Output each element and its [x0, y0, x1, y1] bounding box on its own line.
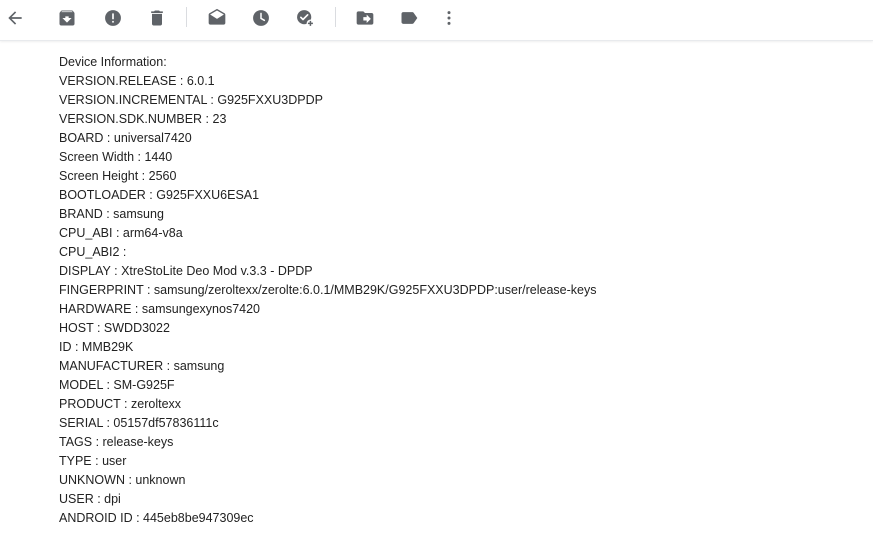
device-info-line: USER : dpi	[59, 492, 121, 506]
message-toolbar	[0, 0, 873, 41]
snooze-button[interactable]	[247, 4, 275, 32]
archive-button[interactable]	[53, 4, 81, 32]
device-info-line: PRODUCT : zeroltexx	[59, 397, 182, 411]
snooze-icon	[253, 10, 269, 26]
archive-icon	[59, 10, 75, 26]
device-info-line: TYPE : user	[59, 454, 127, 468]
device-info-line: VERSION.RELEASE : 6.0.1	[59, 74, 215, 88]
device-info-line: MODEL : SM-G925F	[59, 378, 175, 392]
label-icon	[401, 12, 418, 24]
device-info-line: BOOTLOADER : G925FXXU6ESA1	[59, 188, 260, 202]
move-to-icon	[356, 11, 374, 25]
label-button[interactable]	[395, 4, 423, 32]
device-info-line: BRAND : samsung	[59, 207, 164, 221]
add-to-tasks-icon	[297, 10, 315, 28]
report-spam-icon	[105, 10, 121, 26]
device-info-line: CPU_ABI : arm64-v8a	[59, 226, 183, 240]
device-info-line: DISPLAY : XtreStoLite Deo Mod v.3.3 - DP…	[59, 264, 313, 278]
device-info-line: ANDROID ID : 445eb8be947309ec	[59, 511, 254, 525]
report-spam-button[interactable]	[99, 4, 127, 32]
toolbar-divider	[335, 7, 336, 27]
device-info-line: SERIAL : 05157df57836111c	[59, 416, 219, 430]
device-info-line: Screen Height : 2560	[59, 169, 177, 183]
device-info-line: CPU_ABI2 :	[59, 245, 130, 259]
more-vert-icon	[447, 11, 451, 25]
delete-icon	[151, 10, 163, 26]
device-info-line: ID : MMB29K	[59, 340, 134, 354]
delete-button[interactable]	[143, 4, 171, 32]
device-info-line: HOST : SWDD3022	[59, 321, 170, 335]
device-info-line: Screen Width : 1440	[59, 150, 173, 164]
mark-unread-button[interactable]	[203, 4, 231, 32]
move-to-button[interactable]	[351, 4, 379, 32]
device-info-line: BOARD : universal7420	[59, 131, 192, 145]
back-button[interactable]	[1, 4, 29, 32]
more-options-button[interactable]	[435, 4, 463, 32]
device-info-line: VERSION.INCREMENTAL : G925FXXU3DPDP	[59, 93, 323, 107]
device-info-heading: Device Information:	[59, 55, 167, 69]
device-info-line: VERSION.SDK.NUMBER : 23	[59, 112, 227, 126]
toolbar-divider	[186, 7, 187, 27]
device-info-line: MANUFACTURER : samsung	[59, 359, 225, 373]
device-info-line: TAGS : release-keys	[59, 435, 174, 449]
device-info-line: HARDWARE : samsungexynos7420	[59, 302, 261, 316]
device-info-line: UNKNOWN : unknown	[59, 473, 186, 487]
device-info-line: FINGERPRINT : samsung/zeroltexx/zerolte:…	[59, 283, 597, 297]
back-arrow-icon	[8, 11, 22, 25]
message-body: Device Information: VERSION.RELEASE : 6.…	[59, 53, 859, 528]
mark-unread-icon	[208, 8, 226, 25]
add-to-tasks-button[interactable]	[291, 4, 319, 32]
